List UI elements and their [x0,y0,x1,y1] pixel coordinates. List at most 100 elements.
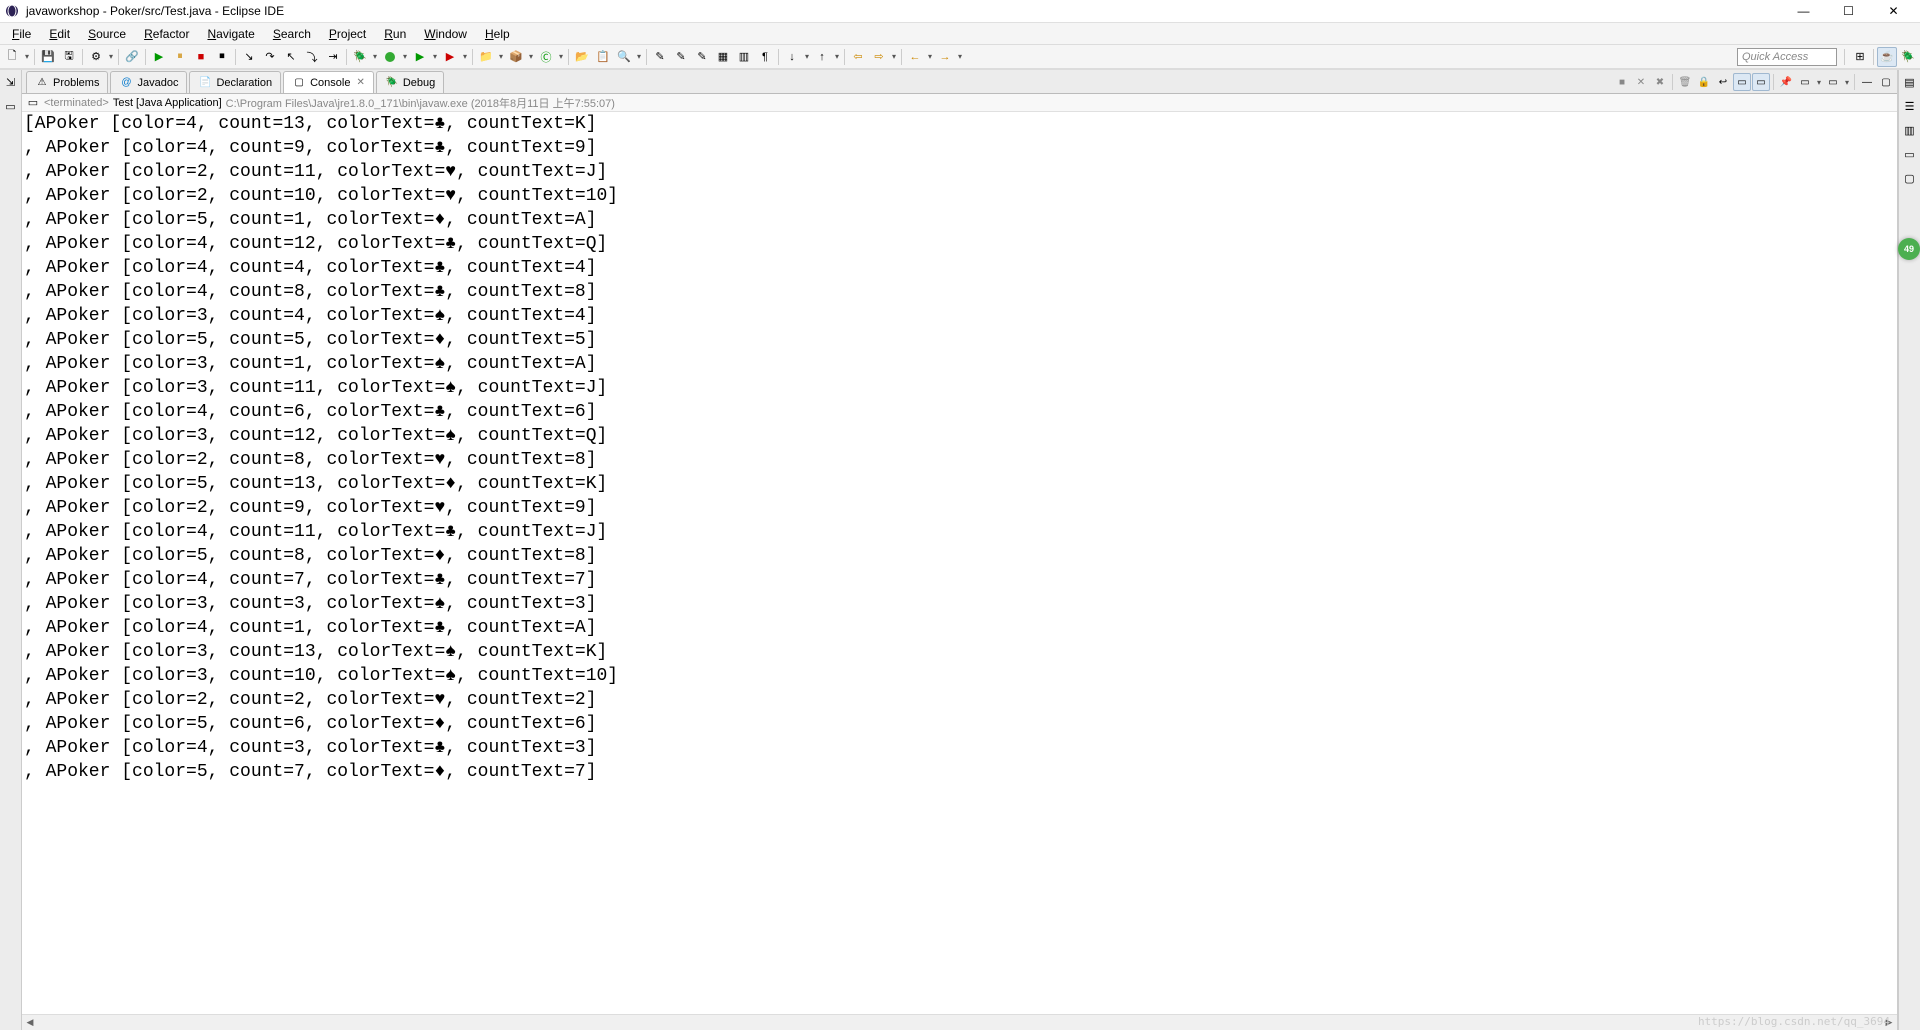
package-explorer-icon[interactable]: ▥ [1900,120,1920,140]
scroll-left-icon[interactable]: ◀ [22,1015,38,1030]
minimize-button[interactable]: — [1781,0,1826,23]
menu-file[interactable]: File [4,25,39,43]
show-whitespace-icon[interactable]: ¶ [755,47,775,67]
new-java-project-icon[interactable]: 📁 [476,47,496,67]
terminate-icon[interactable]: ■ [191,47,211,67]
step-into-icon[interactable]: ↘ [239,47,259,67]
notification-badge[interactable]: 49 [1898,238,1920,260]
remove-launch-icon[interactable]: ✕ [1632,73,1650,91]
step-return-icon[interactable]: ↖ [281,47,301,67]
quick-access-input[interactable]: Quick Access [1737,48,1837,66]
debug-icon[interactable]: 🪲 [350,47,370,67]
toggle-breakpoint-icon[interactable]: 🔗 [122,47,142,67]
menu-help[interactable]: Help [477,25,518,43]
display-selected-icon[interactable]: ▭ [1796,73,1814,91]
new-class-icon[interactable]: Ⓒ [536,47,556,67]
suspend-icon[interactable]: ⏸ [170,47,190,67]
word-wrap-icon[interactable]: ↩ [1714,73,1732,91]
menu-run[interactable]: Run [376,25,414,43]
save-icon[interactable]: 💾 [38,47,58,67]
nav-back-icon[interactable]: ← [905,47,925,67]
clear-console-icon[interactable]: 🗑 [1676,73,1694,91]
next-annotation-icon[interactable]: ↓ [782,47,802,67]
console-output[interactable]: [APoker [color=4, count=13, colorText=♣,… [22,112,1897,1014]
tab-javadoc[interactable]: @ Javadoc [110,71,187,93]
minimize-view-icon[interactable]: ▭ [1,96,21,116]
run-dropdown[interactable]: ▾ [401,52,409,61]
nav-forward-icon[interactable]: → [935,47,955,67]
new-package-dropdown[interactable]: ▾ [527,52,535,61]
minimize-icon[interactable]: — [1858,73,1876,91]
step-filters-icon[interactable]: ⇥ [323,47,343,67]
new-package-icon[interactable]: 📦 [506,47,526,67]
remove-all-icon[interactable]: ✖ [1651,73,1669,91]
open-console-dropdown[interactable]: ▾ [1843,78,1851,87]
prev-annotation-dropdown[interactable]: ▾ [833,52,841,61]
show-on-stdout-icon[interactable]: ▭ [1733,73,1751,91]
mark-occurrences-icon[interactable]: ▦ [713,47,733,67]
disconnect-icon[interactable]: ⏹ [212,47,232,67]
outline-view-icon[interactable]: ▤ [1900,72,1920,92]
java-perspective-icon[interactable]: ☕ [1877,47,1897,67]
scroll-lock-icon[interactable]: 🔒 [1695,73,1713,91]
horizontal-scrollbar[interactable]: ◀ ▶ [22,1014,1897,1030]
menu-navigate[interactable]: Navigate [199,25,262,43]
terminate-console-icon[interactable]: ■ [1613,73,1631,91]
back-icon[interactable]: ⇦ [848,47,868,67]
open-console-icon[interactable]: ▭ [1824,73,1842,91]
coverage-dropdown[interactable]: ▾ [431,52,439,61]
block-selection-icon[interactable]: ▥ [734,47,754,67]
menu-refactor[interactable]: Refactor [136,25,197,43]
display-selected-dropdown[interactable]: ▾ [1815,78,1823,87]
show-on-stderr-icon[interactable]: ▭ [1752,73,1770,91]
drop-to-frame-icon[interactable]: ⤵ [302,47,322,67]
new-class-dropdown[interactable]: ▾ [557,52,565,61]
next-annotation-dropdown[interactable]: ▾ [803,52,811,61]
task-list-icon[interactable]: ☰ [1900,96,1920,116]
new-dropdown[interactable]: ▾ [23,52,31,61]
resume-icon[interactable]: ▶ [149,47,169,67]
open-type-icon[interactable]: 📂 [572,47,592,67]
pin-console-icon[interactable]: 📌 [1777,73,1795,91]
annotation-prev-icon[interactable]: ✎ [650,47,670,67]
restore-trim-icon[interactable]: ▢ [1900,168,1920,188]
menu-project[interactable]: Project [321,25,374,43]
menu-edit[interactable]: Edit [41,25,78,43]
menu-source[interactable]: Source [80,25,134,43]
menu-search[interactable]: Search [265,25,319,43]
open-perspective-icon[interactable]: ⊞ [1850,47,1870,67]
menu-window[interactable]: Window [416,25,475,43]
debug-perspective-icon[interactable]: 🪲 [1898,47,1918,67]
save-all-icon[interactable]: 🖫 [59,47,79,67]
new-icon[interactable]: 🗋 [2,47,22,67]
tab-declaration[interactable]: 📄 Declaration [189,71,281,93]
build-icon[interactable]: ⚙ [86,47,106,67]
build-dropdown[interactable]: ▾ [107,52,115,61]
run-last-icon[interactable]: ▶ [440,47,460,67]
search-icon[interactable]: 🔍 [614,47,634,67]
tab-debug[interactable]: 🪲 Debug [376,71,444,93]
annotation-next-icon[interactable]: ✎ [671,47,691,67]
search-dropdown[interactable]: ▾ [635,52,643,61]
prev-annotation-icon[interactable]: ↑ [812,47,832,67]
maximize-button[interactable]: ☐ [1826,0,1871,23]
open-task-icon[interactable]: 📋 [593,47,613,67]
step-over-icon[interactable]: ↷ [260,47,280,67]
minimize-trim-icon[interactable]: ▭ [1900,144,1920,164]
last-edit-icon[interactable]: ✎ [692,47,712,67]
history-dropdown[interactable]: ▾ [890,52,898,61]
debug-dropdown[interactable]: ▾ [371,52,379,61]
restore-view-icon[interactable]: ⇲ [1,72,21,92]
close-icon[interactable]: ✕ [356,77,364,88]
coverage-icon[interactable]: ▶ [410,47,430,67]
tab-problems[interactable]: ⚠ Problems [26,71,108,93]
run-icon[interactable] [380,47,400,67]
new-java-project-dropdown[interactable]: ▾ [497,52,505,61]
tab-console[interactable]: ▢ Console ✕ [283,71,374,93]
maximize-icon[interactable]: ▢ [1877,73,1895,91]
forward-icon[interactable]: ⇨ [869,47,889,67]
nav-forward-dropdown[interactable]: ▾ [956,52,964,61]
close-button[interactable]: ✕ [1871,0,1916,23]
run-last-dropdown[interactable]: ▾ [461,52,469,61]
nav-back-dropdown[interactable]: ▾ [926,52,934,61]
